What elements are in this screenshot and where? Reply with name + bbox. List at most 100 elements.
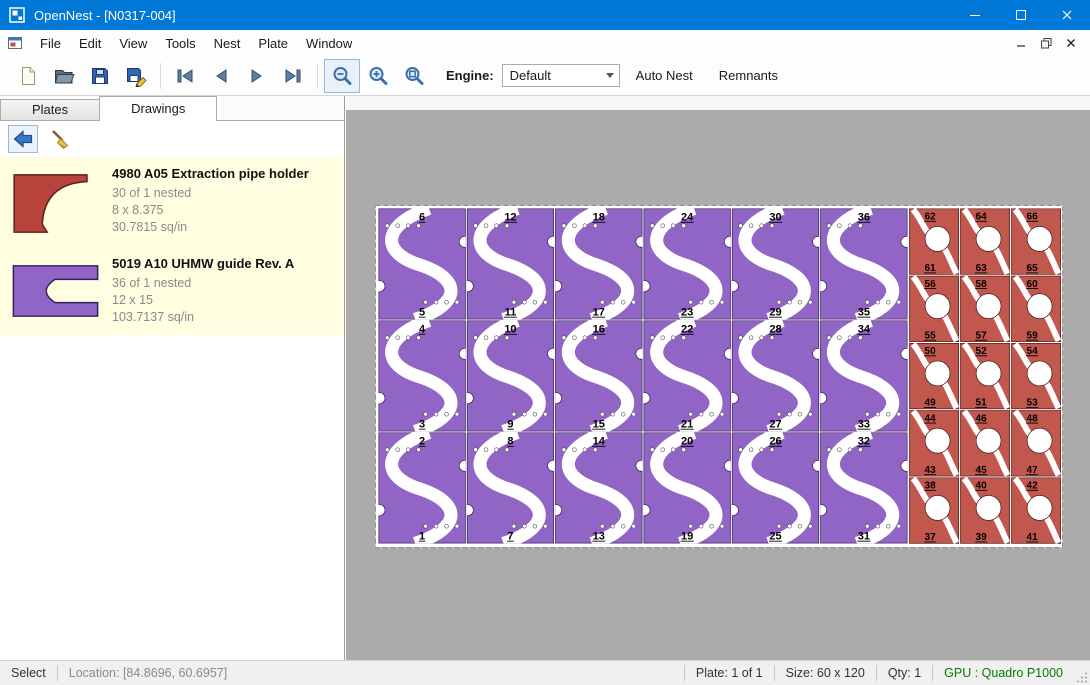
svg-text:23: 23 (681, 306, 693, 318)
purple-part-pair[interactable]: 3029 (727, 209, 823, 320)
mdi-close-icon (1066, 38, 1076, 48)
purple-part-pair[interactable]: 12 11 (462, 209, 558, 320)
purple-part-pair[interactable]: 43 (375, 321, 470, 432)
drawing-item-2[interactable]: 5019 A10 UHMW guide Rev. A 36 of 1 neste… (0, 247, 344, 335)
red-part-pair[interactable]: 6665 (1011, 209, 1061, 275)
purple-part-pair[interactable]: 1615 (551, 321, 647, 432)
last-plate-button[interactable] (275, 59, 311, 93)
close-button[interactable] (1044, 0, 1090, 30)
zoom-in-button[interactable] (360, 59, 396, 93)
mdi-restore-button[interactable] (1035, 34, 1057, 52)
clear-drawings-button[interactable] (46, 125, 76, 153)
mdi-close-button[interactable] (1060, 34, 1082, 52)
chevron-down-icon (601, 65, 619, 86)
engine-select[interactable]: Default (502, 64, 620, 87)
plate-canvas[interactable]: 6512111817242330293635431091615222128273… (375, 205, 1063, 548)
red-part-pair[interactable]: 4241 (1011, 478, 1061, 544)
red-part-pair[interactable]: 6463 (960, 209, 1010, 275)
svg-text:11: 11 (505, 306, 517, 318)
previous-arrow-icon (210, 65, 232, 87)
window-title: OpenNest - [N0317-004] (34, 8, 176, 23)
new-button[interactable] (10, 59, 46, 93)
minimize-button[interactable] (952, 0, 998, 30)
menu-view[interactable]: View (110, 33, 156, 54)
purple-part-pair[interactable]: 2827 (727, 321, 823, 432)
save-as-button[interactable] (118, 59, 154, 93)
zoom-fit-button[interactable] (396, 59, 432, 93)
menubar: File Edit View Tools Nest Plate Window (0, 30, 1090, 56)
side-panel: Plates Drawings (0, 96, 345, 660)
purple-part-pair[interactable]: 2221 (639, 321, 735, 432)
purple-part-pair[interactable]: 1817 (551, 209, 647, 320)
red-part-pair[interactable]: 5049 (909, 343, 959, 409)
save-button[interactable] (82, 59, 118, 93)
red-part-pair[interactable]: 6059 (1011, 276, 1061, 342)
svg-text:17: 17 (593, 306, 605, 318)
drawing-item-1[interactable]: 4980 A05 Extraction pipe holder 30 of 1 … (0, 157, 344, 247)
blue-arrow-left-icon (11, 127, 35, 151)
menu-file[interactable]: File (31, 33, 70, 54)
purple-part-pair[interactable]: 87 (462, 433, 558, 544)
red-part-pair[interactable]: 3837 (909, 478, 959, 544)
red-part-pair[interactable]: 6261 (909, 209, 959, 275)
maximize-button[interactable] (998, 0, 1044, 30)
menu-nest[interactable]: Nest (205, 33, 250, 54)
purple-part-pair[interactable]: 65 (375, 209, 470, 320)
drawing-thumbnail (8, 164, 106, 238)
tab-drawings[interactable]: Drawings (99, 96, 217, 121)
red-part-pair[interactable]: 4645 (960, 410, 1010, 476)
red-part-pair[interactable]: 5453 (1011, 343, 1061, 409)
menu-edit[interactable]: Edit (70, 33, 110, 54)
svg-text:6: 6 (419, 212, 425, 224)
first-plate-button[interactable] (167, 59, 203, 93)
mdi-restore-icon (1041, 38, 1052, 49)
status-size: Size: 60 x 120 (775, 661, 876, 685)
mdi-minimize-button[interactable] (1010, 34, 1032, 52)
zoom-out-button[interactable] (324, 59, 360, 93)
svg-text:21: 21 (681, 418, 693, 430)
next-plate-button[interactable] (239, 59, 275, 93)
red-part-pair[interactable]: 5857 (960, 276, 1010, 342)
purple-part-pair[interactable]: 21 (375, 433, 470, 544)
previous-plate-button[interactable] (203, 59, 239, 93)
purple-part-pair[interactable]: 3433 (816, 321, 912, 432)
document-icon (8, 36, 23, 51)
purple-part-pair[interactable]: 2625 (727, 433, 823, 544)
status-qty: Qty: 1 (877, 661, 932, 685)
open-folder-icon (53, 65, 75, 87)
purple-part-pair[interactable]: 109 (462, 321, 558, 432)
purple-part-pair[interactable]: 3635 (816, 209, 912, 320)
svg-text:12: 12 (504, 212, 516, 224)
purple-part-pair[interactable]: 2019 (639, 433, 735, 544)
import-drawing-button[interactable] (8, 125, 38, 153)
drawing-area: 30.7815 sq/in (112, 219, 309, 236)
red-part-pair[interactable]: 4039 (960, 478, 1010, 544)
drawing-info: 5019 A10 UHMW guide Rev. A 36 of 1 neste… (106, 254, 294, 326)
mdi-minimize-icon (1016, 38, 1026, 48)
red-part-pair[interactable]: 4443 (909, 410, 959, 476)
auto-nest-button[interactable]: Auto Nest (626, 62, 703, 89)
svg-text:8: 8 (507, 436, 513, 448)
status-mode: Select (0, 661, 57, 685)
open-button[interactable] (46, 59, 82, 93)
zoom-fit-icon (403, 65, 425, 87)
toolbar-separator (317, 63, 318, 89)
red-part-pair[interactable]: 5251 (960, 343, 1010, 409)
tab-plates[interactable]: Plates (0, 99, 100, 120)
purple-part-pair[interactable]: 3231 (816, 433, 912, 544)
menu-tools[interactable]: Tools (156, 33, 204, 54)
red-part-pair[interactable]: 4847 (1011, 410, 1061, 476)
menu-window[interactable]: Window (297, 33, 361, 54)
nest-viewport[interactable]: 6512111817242330293635431091615222128273… (346, 96, 1090, 660)
save-as-icon (125, 65, 147, 87)
purple-part-pair[interactable]: 1413 (551, 433, 647, 544)
red-part-pair[interactable]: 5655 (909, 276, 959, 342)
remnants-button[interactable]: Remnants (709, 62, 788, 89)
purple-part-pair[interactable]: 2423 (639, 209, 735, 320)
menu-plate[interactable]: Plate (249, 33, 297, 54)
svg-text:27: 27 (769, 418, 781, 430)
svg-text:39: 39 (976, 532, 988, 543)
resize-grip[interactable] (1074, 661, 1090, 685)
engine-value: Default (510, 68, 551, 83)
svg-text:32: 32 (858, 436, 870, 448)
